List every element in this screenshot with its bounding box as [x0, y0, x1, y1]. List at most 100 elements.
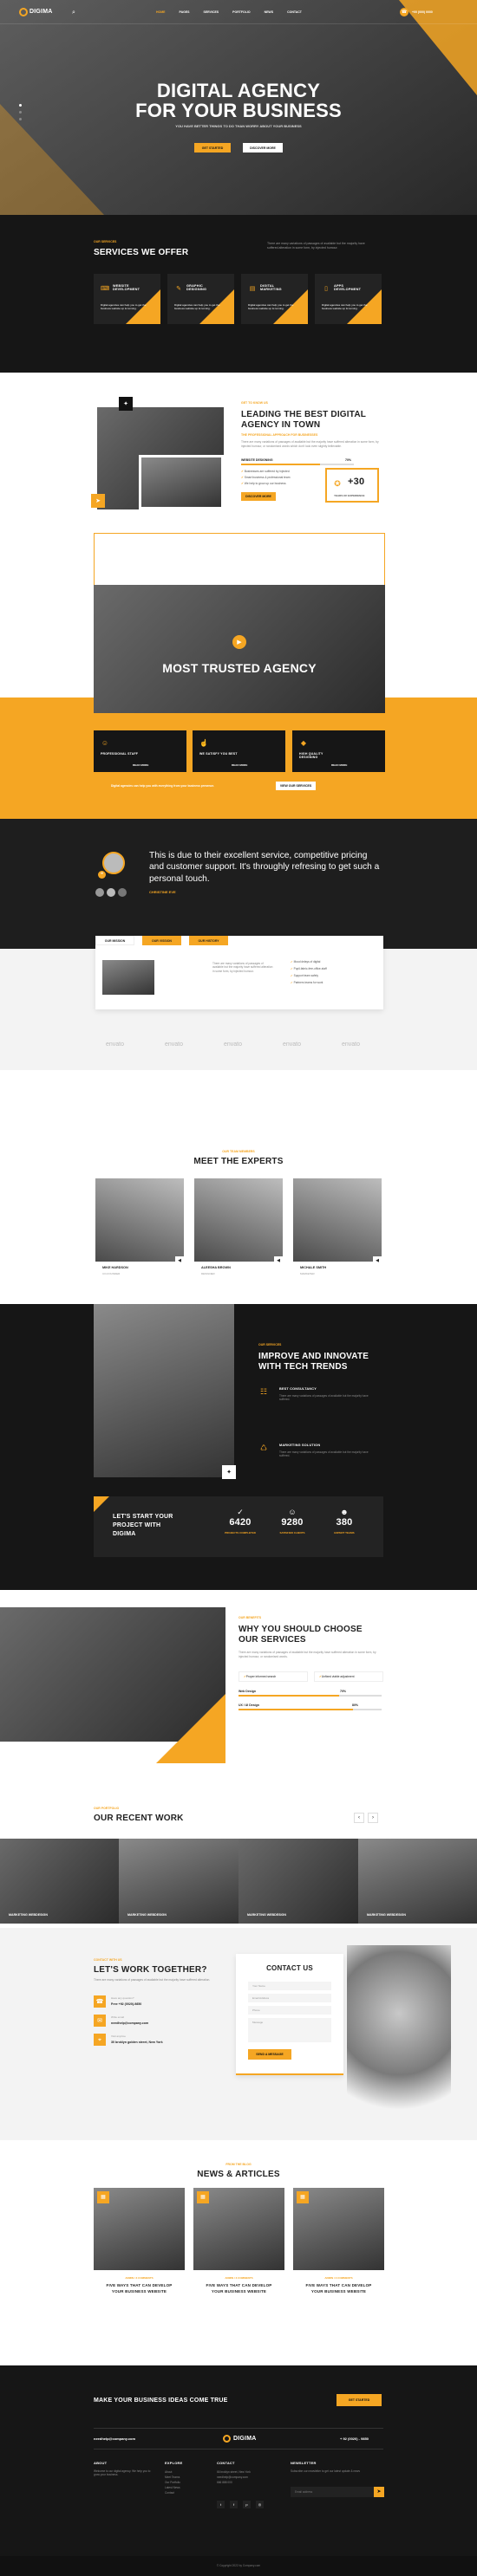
- trusted-card[interactable]: ◆ HIGH QUALITY DESIGNING READ MORE: [292, 730, 385, 772]
- nav-home[interactable]: HOME: [156, 10, 166, 14]
- news-tag: FROM THE BLOG: [225, 2163, 252, 2166]
- contact-mail[interactable]: needhelp@company.com: [111, 2021, 148, 2025]
- innovate-item-title: BEST CONSULTANCY: [279, 1387, 317, 1391]
- play-icon[interactable]: ▶: [232, 635, 246, 649]
- work-item[interactable]: MARKETING WEBDESIGN: [238, 1839, 358, 1924]
- search-icon[interactable]: ⌕: [69, 8, 78, 16]
- email-field[interactable]: Email Address: [248, 1994, 331, 2002]
- footer-mail[interactable]: needhelp@company.com: [94, 2436, 135, 2441]
- team-member-role: CO-FOUNDER: [102, 1272, 121, 1275]
- news-headline-line1[interactable]: FIVE WAYS THAT CAN DEVELOP: [94, 2283, 185, 2287]
- newsletter-submit-arrow-icon[interactable]: ➤: [374, 2487, 384, 2497]
- news-headline-line2[interactable]: YOUR BUSINESS WEBSITE: [193, 2289, 284, 2294]
- facebook-icon[interactable]: f: [230, 2501, 238, 2508]
- service-card[interactable]: ▯ APPS DEVELOPMENT Digital agencies can …: [315, 274, 382, 324]
- testimonial-name: CHRISTINE EVE: [149, 890, 176, 894]
- contact-tag: CONTACT WITH US: [94, 1958, 122, 1962]
- nav-services[interactable]: SERVICES: [204, 10, 219, 14]
- trusted-card-link[interactable]: READ MORE: [232, 763, 247, 767]
- news-title: NEWS & ARTICLES: [197, 2170, 280, 2179]
- footer-logo-text[interactable]: DIGIMA: [233, 2436, 256, 2442]
- client-logo[interactable]: envato: [224, 1041, 242, 1048]
- trusted-card-link[interactable]: READ MORE: [331, 763, 347, 767]
- trusted-card[interactable]: ☝ WE SATISFY YOU BEST READ MORE: [193, 730, 285, 772]
- share-icon[interactable]: ◀: [175, 1256, 184, 1265]
- logo-icon[interactable]: [19, 8, 28, 16]
- tab-mission[interactable]: OUR MISSION: [95, 936, 134, 945]
- team-card[interactable]: ◀ ALEESHA BROWN DESIGNER: [194, 1178, 283, 1282]
- hero-discover-button[interactable]: DISCOVER MORE: [243, 143, 283, 152]
- service-card[interactable]: ⌨ WEBSITE DEVELOPMENT Digital agencies c…: [94, 274, 160, 324]
- work-item[interactable]: MARKETING WEBDESIGN: [0, 1839, 119, 1924]
- contact-phone[interactable]: Free +92 (0020)-9850: [111, 2002, 141, 2006]
- news-meta: ADMIN / 3 COMMENTS: [125, 2276, 154, 2280]
- tab-history[interactable]: OUR HISTORY: [189, 936, 228, 945]
- skill-bar-fill: [241, 464, 320, 465]
- trusted-section: ▶ MOST TRUSTED AGENCY ☺ PROFESSIONAL STA…: [0, 533, 477, 819]
- work-item[interactable]: MARKETING WEBDESIGN: [119, 1839, 238, 1924]
- innovate-item-text: There are many variations of passages of…: [279, 1394, 369, 1402]
- client-logo[interactable]: envato: [165, 1041, 183, 1048]
- twitter-icon[interactable]: t: [217, 2501, 225, 2508]
- why-title-line1: WHY YOU SHOULD CHOOSE: [238, 1625, 363, 1634]
- trusted-card-link[interactable]: READ MORE: [133, 763, 148, 767]
- about-badge-icon: ✦: [119, 397, 133, 411]
- news-headline-line1[interactable]: FIVE WAYS THAT CAN DEVELOP: [193, 2283, 284, 2287]
- send-message-button[interactable]: SEND A MESSAGE: [248, 2049, 291, 2060]
- work-item[interactable]: MARKETING WEBDESIGN: [358, 1839, 477, 1924]
- trusted-card[interactable]: ☺ PROFESSIONAL STAFF READ MORE: [94, 730, 186, 772]
- footer-logo-icon[interactable]: [223, 2435, 231, 2443]
- nav-portfolio[interactable]: PORTFOLIO: [232, 10, 250, 14]
- nav-contact[interactable]: CONTACT: [287, 10, 302, 14]
- header-phone[interactable]: +00 (000) 0000: [412, 10, 433, 14]
- footer-bottom-bar: © Copyright 2022 by Company.com: [0, 2556, 477, 2576]
- footer-contact-line[interactable]: 666 888 000: [217, 2480, 251, 2485]
- instagram-icon[interactable]: ◎: [256, 2501, 264, 2508]
- news-headline-line1[interactable]: FIVE WAYS THAT CAN DEVELOP: [293, 2283, 384, 2287]
- footer-phone[interactable]: + 92 (0020) - 9850: [340, 2436, 369, 2441]
- client-logo[interactable]: envato: [283, 1041, 301, 1048]
- newsletter-email-input[interactable]: Email address: [291, 2487, 374, 2497]
- news-headline-line2[interactable]: YOUR BUSINESS WEBSITE: [94, 2289, 185, 2294]
- team-card[interactable]: ◀ MICHALE SMITH MARKETER: [293, 1178, 382, 1282]
- about-discover-button[interactable]: DISCOVER MORE: [241, 492, 276, 501]
- hero-get-started-button[interactable]: GET STARTED: [194, 143, 231, 152]
- logo-text[interactable]: DIGIMA: [29, 9, 52, 15]
- share-icon[interactable]: ◀: [274, 1256, 283, 1265]
- nav-news[interactable]: NEWS: [265, 10, 274, 14]
- consultancy-icon: ☷: [259, 1386, 268, 1396]
- client-logo[interactable]: envato: [106, 1041, 124, 1048]
- view-services-button[interactable]: VIEW OUR SERVICES: [276, 782, 316, 790]
- experience-box: ✪ +30 YEARS OF EXPERIENCE: [325, 468, 379, 503]
- work-item-label: MARKETING WEBDESIGN: [9, 1913, 48, 1917]
- phone-field[interactable]: Phone: [248, 2006, 331, 2015]
- news-headline-line2[interactable]: YOUR BUSINESS WEBSITE: [293, 2289, 384, 2294]
- news-card[interactable]: ▦ ADMIN / 3 COMMENTS FIVE WAYS THAT CAN …: [94, 2188, 185, 2318]
- client-logo[interactable]: envato: [342, 1041, 360, 1048]
- service-card[interactable]: ✎ GRAPHIC DESIGNING Digital agencies can…: [167, 274, 234, 324]
- pinterest-icon[interactable]: p: [243, 2501, 251, 2508]
- code-icon: ⌨: [100, 285, 110, 292]
- phone-icon[interactable]: ☎: [400, 8, 408, 16]
- footer-link[interactable]: Contact: [165, 2490, 180, 2495]
- mission-checklist: ✔ Mood delays of digital ✔ Pupil-fabric-…: [291, 960, 327, 984]
- nav-pages[interactable]: PAGES: [180, 10, 190, 14]
- prev-arrow-icon[interactable]: ‹: [354, 1813, 364, 1823]
- message-field[interactable]: Message: [248, 2018, 331, 2042]
- tab-vision[interactable]: OUR VISSION: [142, 936, 181, 945]
- share-icon[interactable]: ◀: [373, 1256, 382, 1265]
- innovate-item-title: MARKETING SOLUTION: [279, 1444, 321, 1447]
- name-field[interactable]: Your Name: [248, 1982, 331, 1990]
- news-card[interactable]: ▦ ADMIN / 3 COMMENTS FIVE WAYS THAT CAN …: [293, 2188, 384, 2318]
- footer-cta-text: MAKE YOUR BUSINESS IDEAS COME TRUE: [94, 2398, 228, 2404]
- team-card[interactable]: ◀ MIKE HARDSON CO-FOUNDER: [95, 1178, 184, 1282]
- next-arrow-icon[interactable]: ›: [368, 1813, 378, 1823]
- service-card[interactable]: ▤ DIGITAL MARKETING Digital agencies can…: [241, 274, 308, 324]
- testimonial-thumbs[interactable]: [95, 888, 127, 897]
- service-card-text: Digital agencies can help you to get the…: [248, 303, 294, 311]
- footer-get-started-button[interactable]: GET STARTED: [337, 2394, 382, 2406]
- news-card[interactable]: ▦ ADMIN / 3 COMMENTS FIVE WAYS THAT CAN …: [193, 2188, 284, 2318]
- mail-icon: ✉: [94, 2015, 106, 2027]
- news-meta: ADMIN / 3 COMMENTS: [324, 2276, 353, 2280]
- why-pill: ✔ Proper informed search: [238, 1671, 308, 1682]
